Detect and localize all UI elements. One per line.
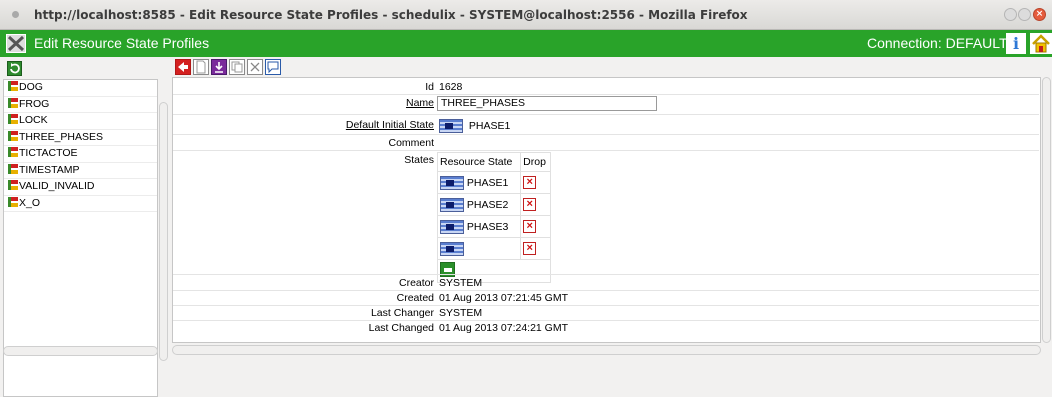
state-name: PHASE2	[466, 198, 509, 211]
drop-state-button[interactable]: ×	[523, 176, 537, 189]
tree-item[interactable]: X_O	[4, 196, 157, 212]
tree-item[interactable]: TIMESTAMP	[4, 163, 157, 179]
divider	[173, 290, 1039, 291]
divider	[173, 94, 1039, 95]
main-vertical-scrollbar[interactable]	[1042, 77, 1051, 343]
resource-state-profile-icon	[8, 114, 18, 124]
edit-form: Id 1628 Name THREE_PHASES Default Initia…	[172, 77, 1041, 343]
connection-label: Connection: DEFAULT	[867, 35, 1008, 51]
tree-item-label: TICTACTOE	[19, 147, 78, 159]
resource-state-profile-icon	[8, 163, 18, 174]
creator-label: Creator	[398, 277, 434, 289]
divider	[173, 114, 1039, 115]
back-arrow-icon[interactable]	[175, 59, 191, 75]
tree-item[interactable]: THREE_PHASES	[4, 130, 157, 146]
state-name: PHASE3	[466, 220, 509, 233]
tree-item[interactable]: LOCK	[4, 113, 157, 130]
default-initial-state-label[interactable]: Default Initial State	[346, 119, 434, 131]
comment-label: Comment	[388, 137, 434, 149]
home-icon[interactable]	[1030, 33, 1052, 54]
resource-state-profile-icon	[8, 196, 18, 207]
drop-state-button[interactable]: ×	[523, 242, 537, 255]
last-changer-label: Last Changer	[370, 307, 434, 319]
divider	[173, 150, 1039, 151]
state-select-icon[interactable]	[440, 241, 464, 256]
name-label[interactable]: Name	[406, 97, 434, 109]
resource-state-profile-icon	[8, 81, 18, 91]
states-label: States	[404, 154, 434, 166]
resource-state-profile-icon	[8, 147, 18, 157]
created-label: Created	[396, 292, 434, 304]
last-changed-label: Last Changed	[368, 322, 434, 334]
default-initial-state-value: PHASE1	[468, 119, 511, 132]
new-document-icon[interactable]	[193, 59, 209, 75]
divider	[173, 274, 1039, 275]
id-label: Id	[425, 81, 434, 93]
id-value: 1628	[439, 81, 463, 93]
copy-icon[interactable]	[229, 59, 245, 75]
main-horizontal-scrollbar[interactable]	[172, 345, 1041, 355]
created-value: 01 Aug 2013 07:21:45 GMT	[439, 292, 569, 304]
last-changer-value: SYSTEM	[439, 307, 483, 319]
divider	[173, 305, 1039, 306]
tree-item-label: LOCK	[19, 114, 48, 126]
tree-item-label: X_O	[19, 196, 41, 209]
app-header: Edit Resource State Profiles Connection:…	[0, 30, 1052, 57]
table-row: PHASE3 ×	[436, 215, 551, 238]
page-title: Edit Resource State Profiles	[34, 35, 210, 51]
drop-state-button[interactable]: ×	[523, 198, 537, 211]
comment-icon[interactable]	[265, 59, 281, 75]
divider	[173, 320, 1039, 321]
maximize-button[interactable]	[1018, 8, 1031, 21]
tree-item[interactable]: VALID_INVALID	[4, 179, 157, 196]
tree-item[interactable]: TICTACTOE	[4, 146, 157, 163]
window-menu-icon[interactable]	[12, 11, 19, 18]
name-input[interactable]: THREE_PHASES	[437, 96, 657, 111]
state-select-icon[interactable]	[440, 197, 464, 212]
window-title: http://localhost:8585 - Edit Resource St…	[34, 8, 748, 22]
tree-item-label: FROG	[19, 97, 50, 110]
resource-state-profile-icon	[8, 130, 18, 141]
table-row: PHASE1 ×	[436, 171, 551, 194]
creator-value: SYSTEM	[439, 277, 483, 289]
state-name: PHASE1	[466, 176, 509, 189]
info-icon[interactable]: i	[1006, 33, 1026, 54]
divider	[173, 134, 1039, 135]
resource-state-profile-icon	[8, 180, 18, 190]
delete-icon[interactable]	[247, 59, 263, 75]
tree-item-label: DOG	[19, 81, 43, 93]
state-select-icon[interactable]	[440, 219, 464, 234]
drop-state-button[interactable]: ×	[523, 220, 537, 233]
tree-item[interactable]: DOG	[4, 80, 157, 97]
tree-item[interactable]: FROG	[4, 97, 157, 113]
state-select-icon[interactable]	[439, 119, 463, 133]
refresh-icon[interactable]	[7, 61, 22, 76]
states-table-header: Resource State Drop	[436, 152, 551, 172]
tree-horizontal-scrollbar[interactable]	[3, 346, 158, 356]
state-select-icon[interactable]	[440, 175, 464, 190]
minimize-button[interactable]	[1004, 8, 1017, 21]
resource-state-column-header: Resource State	[436, 152, 522, 172]
close-window-button[interactable]: ×	[1033, 8, 1046, 21]
tree-vertical-scrollbar[interactable]	[159, 102, 168, 361]
tree-item-label: THREE_PHASES	[19, 130, 104, 143]
tree-item-label: VALID_INVALID	[19, 180, 95, 192]
states-table: Resource State Drop PHASE1 × PHASE2 × PH…	[436, 152, 551, 283]
default-initial-state-picker[interactable]: PHASE1	[439, 119, 510, 133]
table-row: ×	[436, 237, 551, 260]
drop-column-header: Drop	[520, 152, 551, 172]
window-titlebar: http://localhost:8585 - Edit Resource St…	[0, 0, 1052, 30]
table-row: PHASE2 ×	[436, 193, 551, 216]
tree-item-label: TIMESTAMP	[19, 163, 80, 176]
app-logo-icon	[6, 34, 26, 53]
save-icon[interactable]	[211, 59, 227, 75]
left-panel: DOG FROG LOCK THREE_PHASES TICTACTOE TIM…	[0, 57, 172, 397]
last-changed-value: 01 Aug 2013 07:24:21 GMT	[439, 322, 569, 334]
resource-state-profile-icon	[8, 97, 18, 108]
